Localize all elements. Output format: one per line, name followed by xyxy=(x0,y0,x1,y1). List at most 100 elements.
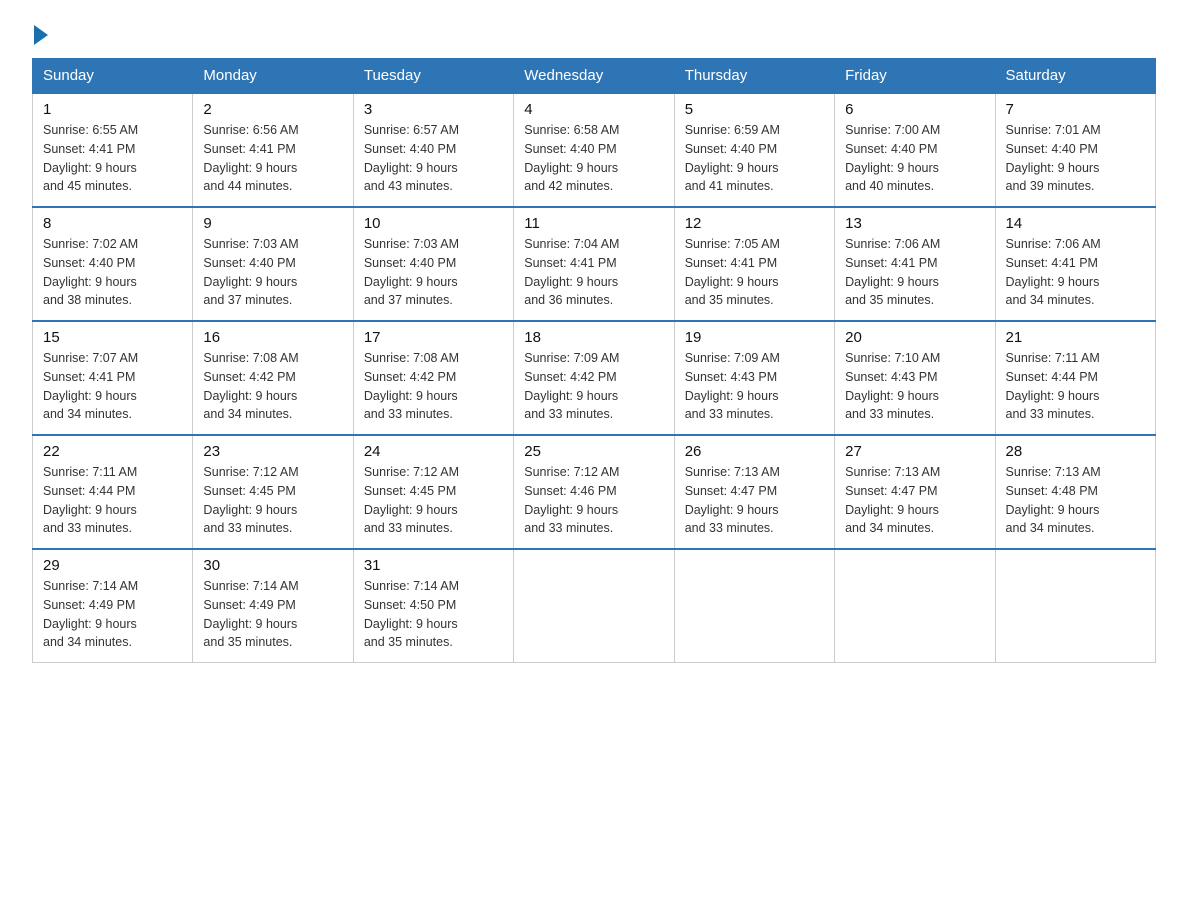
col-monday: Monday xyxy=(193,59,353,94)
day-info: Sunrise: 6:58 AM Sunset: 4:40 PM Dayligh… xyxy=(524,121,663,196)
day-number: 21 xyxy=(1006,329,1145,346)
calendar-cell: 13 Sunrise: 7:06 AM Sunset: 4:41 PM Dayl… xyxy=(835,207,995,321)
day-info: Sunrise: 7:03 AM Sunset: 4:40 PM Dayligh… xyxy=(203,235,342,310)
day-info: Sunrise: 7:06 AM Sunset: 4:41 PM Dayligh… xyxy=(845,235,984,310)
day-info: Sunrise: 7:11 AM Sunset: 4:44 PM Dayligh… xyxy=(1006,349,1145,424)
day-info: Sunrise: 6:57 AM Sunset: 4:40 PM Dayligh… xyxy=(364,121,503,196)
calendar-cell: 12 Sunrise: 7:05 AM Sunset: 4:41 PM Dayl… xyxy=(674,207,834,321)
day-info: Sunrise: 7:06 AM Sunset: 4:41 PM Dayligh… xyxy=(1006,235,1145,310)
day-info: Sunrise: 6:55 AM Sunset: 4:41 PM Dayligh… xyxy=(43,121,182,196)
day-number: 1 xyxy=(43,101,182,118)
day-number: 9 xyxy=(203,215,342,232)
calendar-cell: 4 Sunrise: 6:58 AM Sunset: 4:40 PM Dayli… xyxy=(514,93,674,207)
calendar-week-row: 8 Sunrise: 7:02 AM Sunset: 4:40 PM Dayli… xyxy=(33,207,1156,321)
day-number: 14 xyxy=(1006,215,1145,232)
day-number: 23 xyxy=(203,443,342,460)
calendar-week-row: 1 Sunrise: 6:55 AM Sunset: 4:41 PM Dayli… xyxy=(33,93,1156,207)
day-number: 27 xyxy=(845,443,984,460)
calendar-table: Sunday Monday Tuesday Wednesday Thursday… xyxy=(32,58,1156,663)
calendar-cell: 3 Sunrise: 6:57 AM Sunset: 4:40 PM Dayli… xyxy=(353,93,513,207)
logo-arrow-icon xyxy=(34,25,48,45)
day-info: Sunrise: 7:12 AM Sunset: 4:45 PM Dayligh… xyxy=(203,463,342,538)
day-number: 24 xyxy=(364,443,503,460)
day-number: 16 xyxy=(203,329,342,346)
calendar-cell xyxy=(995,549,1155,663)
day-number: 2 xyxy=(203,101,342,118)
calendar-cell: 30 Sunrise: 7:14 AM Sunset: 4:49 PM Dayl… xyxy=(193,549,353,663)
day-info: Sunrise: 7:09 AM Sunset: 4:42 PM Dayligh… xyxy=(524,349,663,424)
calendar-cell: 31 Sunrise: 7:14 AM Sunset: 4:50 PM Dayl… xyxy=(353,549,513,663)
day-info: Sunrise: 7:12 AM Sunset: 4:45 PM Dayligh… xyxy=(364,463,503,538)
calendar-cell: 20 Sunrise: 7:10 AM Sunset: 4:43 PM Dayl… xyxy=(835,321,995,435)
day-info: Sunrise: 7:08 AM Sunset: 4:42 PM Dayligh… xyxy=(364,349,503,424)
day-info: Sunrise: 7:11 AM Sunset: 4:44 PM Dayligh… xyxy=(43,463,182,538)
calendar-cell: 10 Sunrise: 7:03 AM Sunset: 4:40 PM Dayl… xyxy=(353,207,513,321)
col-sunday: Sunday xyxy=(33,59,193,94)
day-number: 3 xyxy=(364,101,503,118)
day-info: Sunrise: 6:59 AM Sunset: 4:40 PM Dayligh… xyxy=(685,121,824,196)
day-number: 18 xyxy=(524,329,663,346)
calendar-cell: 11 Sunrise: 7:04 AM Sunset: 4:41 PM Dayl… xyxy=(514,207,674,321)
col-saturday: Saturday xyxy=(995,59,1155,94)
calendar-cell: 25 Sunrise: 7:12 AM Sunset: 4:46 PM Dayl… xyxy=(514,435,674,549)
calendar-body: 1 Sunrise: 6:55 AM Sunset: 4:41 PM Dayli… xyxy=(33,93,1156,663)
calendar-cell: 2 Sunrise: 6:56 AM Sunset: 4:41 PM Dayli… xyxy=(193,93,353,207)
day-info: Sunrise: 7:02 AM Sunset: 4:40 PM Dayligh… xyxy=(43,235,182,310)
calendar-cell: 19 Sunrise: 7:09 AM Sunset: 4:43 PM Dayl… xyxy=(674,321,834,435)
calendar-cell xyxy=(835,549,995,663)
day-number: 28 xyxy=(1006,443,1145,460)
day-info: Sunrise: 7:13 AM Sunset: 4:48 PM Dayligh… xyxy=(1006,463,1145,538)
calendar-cell: 22 Sunrise: 7:11 AM Sunset: 4:44 PM Dayl… xyxy=(33,435,193,549)
day-info: Sunrise: 7:09 AM Sunset: 4:43 PM Dayligh… xyxy=(685,349,824,424)
calendar-week-row: 29 Sunrise: 7:14 AM Sunset: 4:49 PM Dayl… xyxy=(33,549,1156,663)
day-info: Sunrise: 7:05 AM Sunset: 4:41 PM Dayligh… xyxy=(685,235,824,310)
calendar-cell: 15 Sunrise: 7:07 AM Sunset: 4:41 PM Dayl… xyxy=(33,321,193,435)
col-wednesday: Wednesday xyxy=(514,59,674,94)
calendar-cell: 23 Sunrise: 7:12 AM Sunset: 4:45 PM Dayl… xyxy=(193,435,353,549)
calendar-cell: 9 Sunrise: 7:03 AM Sunset: 4:40 PM Dayli… xyxy=(193,207,353,321)
calendar-cell: 26 Sunrise: 7:13 AM Sunset: 4:47 PM Dayl… xyxy=(674,435,834,549)
day-number: 7 xyxy=(1006,101,1145,118)
calendar-cell: 8 Sunrise: 7:02 AM Sunset: 4:40 PM Dayli… xyxy=(33,207,193,321)
calendar-week-row: 15 Sunrise: 7:07 AM Sunset: 4:41 PM Dayl… xyxy=(33,321,1156,435)
day-info: Sunrise: 7:14 AM Sunset: 4:50 PM Dayligh… xyxy=(364,577,503,652)
day-number: 11 xyxy=(524,215,663,232)
day-info: Sunrise: 6:56 AM Sunset: 4:41 PM Dayligh… xyxy=(203,121,342,196)
day-number: 30 xyxy=(203,557,342,574)
calendar-cell xyxy=(514,549,674,663)
calendar-cell: 24 Sunrise: 7:12 AM Sunset: 4:45 PM Dayl… xyxy=(353,435,513,549)
col-tuesday: Tuesday xyxy=(353,59,513,94)
calendar-header: Sunday Monday Tuesday Wednesday Thursday… xyxy=(33,59,1156,94)
calendar-cell: 29 Sunrise: 7:14 AM Sunset: 4:49 PM Dayl… xyxy=(33,549,193,663)
calendar-cell: 21 Sunrise: 7:11 AM Sunset: 4:44 PM Dayl… xyxy=(995,321,1155,435)
col-friday: Friday xyxy=(835,59,995,94)
page-header xyxy=(32,24,1156,40)
logo xyxy=(32,24,50,40)
calendar-cell: 5 Sunrise: 6:59 AM Sunset: 4:40 PM Dayli… xyxy=(674,93,834,207)
day-info: Sunrise: 7:13 AM Sunset: 4:47 PM Dayligh… xyxy=(685,463,824,538)
day-number: 10 xyxy=(364,215,503,232)
day-info: Sunrise: 7:01 AM Sunset: 4:40 PM Dayligh… xyxy=(1006,121,1145,196)
calendar-cell: 7 Sunrise: 7:01 AM Sunset: 4:40 PM Dayli… xyxy=(995,93,1155,207)
calendar-cell xyxy=(674,549,834,663)
day-number: 5 xyxy=(685,101,824,118)
calendar-cell: 1 Sunrise: 6:55 AM Sunset: 4:41 PM Dayli… xyxy=(33,93,193,207)
day-number: 26 xyxy=(685,443,824,460)
col-thursday: Thursday xyxy=(674,59,834,94)
day-number: 6 xyxy=(845,101,984,118)
day-number: 4 xyxy=(524,101,663,118)
day-info: Sunrise: 7:10 AM Sunset: 4:43 PM Dayligh… xyxy=(845,349,984,424)
day-number: 22 xyxy=(43,443,182,460)
day-number: 31 xyxy=(364,557,503,574)
day-number: 15 xyxy=(43,329,182,346)
day-number: 12 xyxy=(685,215,824,232)
day-info: Sunrise: 7:13 AM Sunset: 4:47 PM Dayligh… xyxy=(845,463,984,538)
day-info: Sunrise: 7:03 AM Sunset: 4:40 PM Dayligh… xyxy=(364,235,503,310)
calendar-cell: 28 Sunrise: 7:13 AM Sunset: 4:48 PM Dayl… xyxy=(995,435,1155,549)
day-number: 19 xyxy=(685,329,824,346)
calendar-cell: 6 Sunrise: 7:00 AM Sunset: 4:40 PM Dayli… xyxy=(835,93,995,207)
calendar-cell: 14 Sunrise: 7:06 AM Sunset: 4:41 PM Dayl… xyxy=(995,207,1155,321)
day-info: Sunrise: 7:04 AM Sunset: 4:41 PM Dayligh… xyxy=(524,235,663,310)
day-info: Sunrise: 7:14 AM Sunset: 4:49 PM Dayligh… xyxy=(203,577,342,652)
day-info: Sunrise: 7:00 AM Sunset: 4:40 PM Dayligh… xyxy=(845,121,984,196)
